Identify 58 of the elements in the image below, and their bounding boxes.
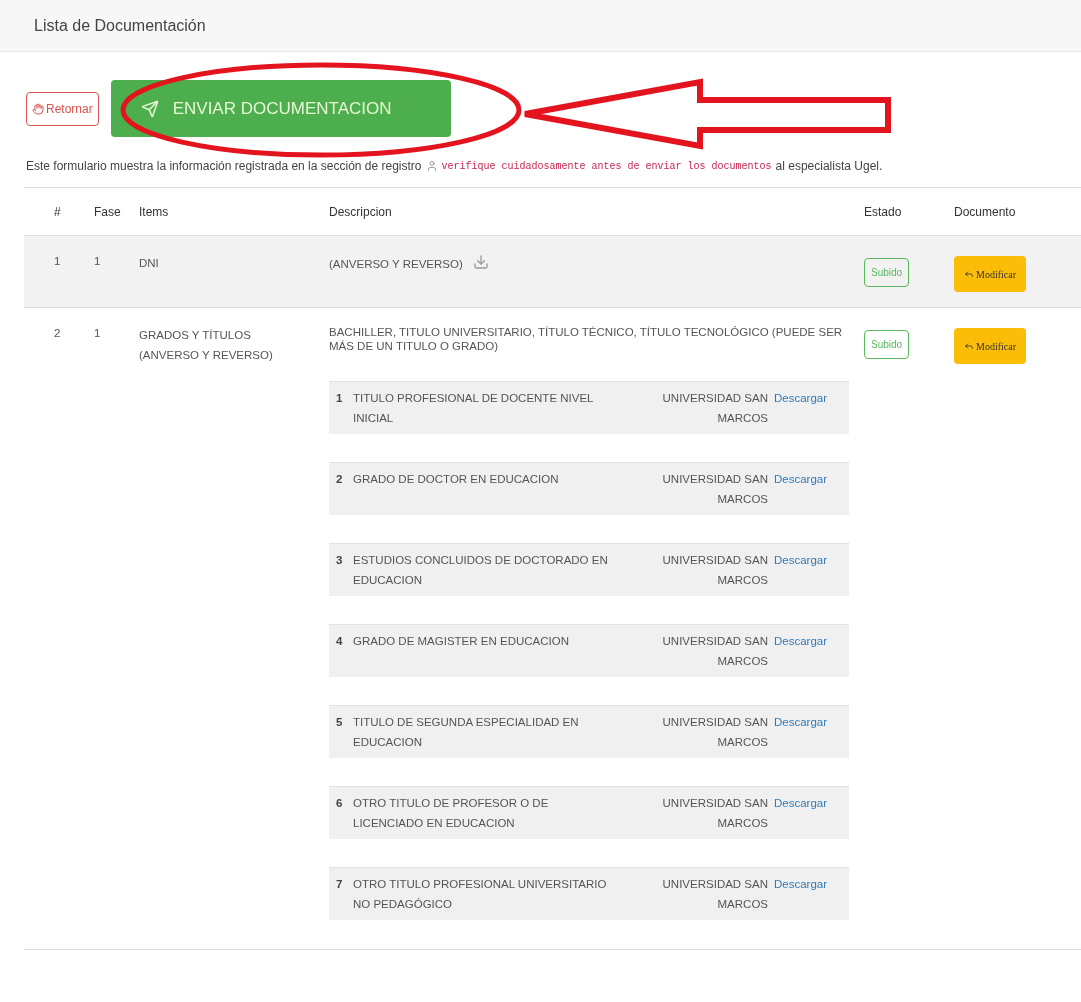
entry-number: 2 <box>336 472 344 487</box>
entry-title: GRADO DE MAGISTER EN EDUCACION <box>353 634 570 649</box>
reply-icon <box>964 341 974 351</box>
table-cell: (ANVERSO Y REVERSO) <box>329 257 463 271</box>
entry-title: OTRO TITULO DE PROFESOR O DE LICENCIADO EN EDUCACION <box>353 796 550 831</box>
download-link[interactable]: Descargar <box>774 793 828 839</box>
column-header: Documento <box>954 204 1016 219</box>
column-header: Estado <box>864 204 902 219</box>
download-link[interactable]: Descargar <box>774 388 828 434</box>
status-badge: Subido <box>864 330 910 359</box>
column-header: Items <box>139 204 169 219</box>
user-icon <box>425 160 438 172</box>
column-header: # <box>54 204 61 219</box>
entry-title: TITULO PROFESIONAL DE DOCENTE NIVEL INICIAL <box>353 391 595 426</box>
notice-text: Este formulario muestra la información registrada en la sección de registro <box>26 158 422 175</box>
entry-institution: UNIVERSIDAD SAN MARCOS <box>661 472 768 507</box>
entry-title: ESTUDIOS CONCLUIDOS DE DOCTORADO EN EDUCACION <box>353 553 609 588</box>
modify-button[interactable]: Modificar <box>954 328 1026 364</box>
column-header: Fase <box>94 204 121 219</box>
entry-number: 4 <box>336 634 344 649</box>
hand-icon <box>32 102 44 115</box>
notice-text: al especialista Ugel. <box>775 158 883 175</box>
entry-number: 7 <box>336 877 344 892</box>
entry-number: 6 <box>336 796 344 811</box>
entry-institution: UNIVERSIDAD SAN MARCOS <box>661 634 768 669</box>
reply-icon <box>964 269 974 279</box>
table-cell: 1 <box>54 255 61 267</box>
back-button[interactable]: Retornar <box>26 91 99 126</box>
download-icon[interactable] <box>472 254 489 270</box>
entry-institution: UNIVERSIDAD SAN MARCOS <box>661 715 768 750</box>
table-cell: 1 <box>94 255 101 267</box>
modify-button[interactable]: Modificar <box>954 256 1026 292</box>
download-link[interactable]: Descargar <box>774 874 828 920</box>
column-header: Descripcion <box>329 204 392 219</box>
entry-title: GRADO DE DOCTOR EN EDUCACION <box>353 472 560 487</box>
entry-title: OTRO TITULO PROFESIONAL UNIVERSITARIO NO PEDAGÓGICO <box>353 877 608 912</box>
entry-number: 5 <box>336 715 344 730</box>
entry-institution: UNIVERSIDAD SAN MARCOS <box>661 553 768 588</box>
table-cell: 2 <box>54 327 61 339</box>
table-cell: BACHILLER, TITULO UNIVERSITARIO, TÍTULO TÉCNICO, TÍTULO TECNOLÓGICO (PUEDE SER MÁS DE UN TITULO O GRADO) <box>329 325 844 353</box>
entry-institution: UNIVERSIDAD SAN MARCOS <box>661 877 768 912</box>
highlighted-notice: verifique cuidadosamente antes de enviar los documentos <box>441 159 772 174</box>
send-documents-button[interactable]: ENVIAR DOCUMENTACION <box>110 80 451 137</box>
entry-number: 3 <box>336 553 344 568</box>
entry-title: TITULO DE SEGUNDA ESPECIALIDAD EN EDUCACION <box>353 715 580 750</box>
table-cell: DNI <box>139 257 159 269</box>
entry-number: 1 <box>336 391 344 406</box>
download-link[interactable]: Descargar <box>774 469 828 515</box>
entry-institution: UNIVERSIDAD SAN MARCOS <box>661 391 768 426</box>
download-link[interactable]: Descargar <box>774 631 828 677</box>
entry-institution: UNIVERSIDAD SAN MARCOS <box>661 796 768 831</box>
table-cell: 1 <box>94 327 101 339</box>
table-cell: GRADOS Y TÍTULOS (ANVERSO Y REVERSO) <box>139 329 273 361</box>
page-title: Lista de Documentación <box>34 15 206 36</box>
paper-plane-icon <box>140 99 159 118</box>
download-link[interactable]: Descargar <box>774 550 828 596</box>
status-badge: Subido <box>864 258 910 287</box>
download-link[interactable]: Descargar <box>774 712 828 758</box>
